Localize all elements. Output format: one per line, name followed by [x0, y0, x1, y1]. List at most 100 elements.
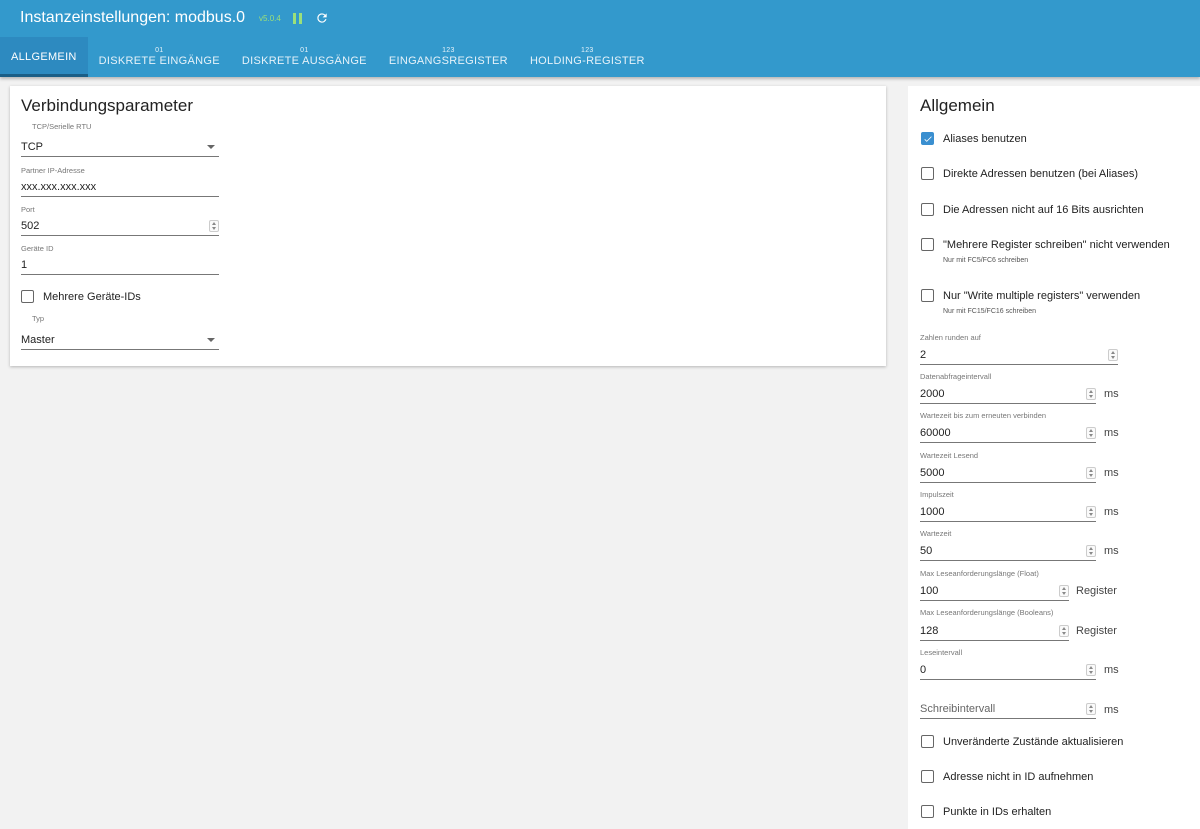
general-title: Allgemein [920, 96, 995, 115]
ip-label: Partner IP-Adresse [21, 166, 85, 175]
write-interval-placeholder: Schreibintervall [920, 702, 996, 715]
max-bool-value: 128 [920, 624, 939, 637]
refresh-icon[interactable] [315, 11, 329, 25]
wait-input[interactable]: 50 [920, 541, 1096, 561]
tab-count: 01 [300, 47, 309, 54]
port-input[interactable]: 502 [21, 216, 219, 236]
max-float-value: 100 [920, 584, 939, 597]
unit-ms: ms [1104, 664, 1119, 676]
no-multi-write-checkbox[interactable]: "Mehrere Register schreiben" nicht verwe… [921, 238, 1170, 251]
tab-general[interactable]: ALLGEMEIN [0, 37, 88, 77]
pause-icon[interactable] [292, 12, 303, 24]
checkbox-icon[interactable] [921, 167, 934, 180]
type-select[interactable]: Master [21, 330, 219, 350]
connection-type-label: TCP/Serielle RTU [32, 122, 92, 131]
ip-value: xxx.xxx.xxx.xxx [21, 180, 97, 193]
checkbox-icon[interactable] [921, 770, 934, 783]
unit-ms: ms [1104, 427, 1119, 439]
spinner-icon[interactable] [1086, 387, 1096, 400]
unit-ms: ms [1104, 704, 1119, 716]
version-badge: v5.0.4 [259, 13, 281, 23]
spinner-icon[interactable] [1086, 426, 1096, 439]
read-wait-input[interactable]: 5000 [920, 463, 1096, 483]
tab-discrete-outputs[interactable]: 01 DISKRETE AUSGÄNGE [231, 37, 378, 77]
update-unchanged-checkbox[interactable]: Unveränderte Zustände aktualisieren [921, 735, 1123, 748]
unit-ms: ms [1104, 545, 1119, 557]
spinner-icon[interactable] [1086, 505, 1096, 518]
tab-count: 123 [442, 47, 455, 54]
write-interval-input[interactable]: Schreibintervall [920, 699, 1096, 719]
no-address-in-id-label: Adresse nicht in ID aufnehmen [943, 770, 1094, 783]
poll-label: Datenabfrageintervall [920, 372, 992, 381]
unit-register: Register [1076, 585, 1117, 597]
port-value: 502 [21, 219, 40, 232]
tab-count: 123 [581, 47, 594, 54]
read-interval-value: 0 [920, 663, 927, 676]
device-id-input[interactable]: 1 [21, 255, 219, 275]
pulse-input[interactable]: 1000 [920, 502, 1096, 522]
spinner-icon[interactable] [1086, 663, 1096, 676]
no-multi-write-hint: Nur mit FC5/FC6 schreiben [943, 257, 1029, 264]
chevron-down-icon [207, 144, 215, 149]
checkbox-icon[interactable] [921, 805, 934, 818]
device-id-value: 1 [21, 258, 28, 271]
unit-ms: ms [1104, 506, 1119, 518]
max-bool-input[interactable]: 128 [920, 621, 1069, 641]
spinner-icon[interactable] [1086, 544, 1096, 557]
checkbox-icon[interactable] [921, 289, 934, 302]
checkbox-icon[interactable] [21, 290, 34, 303]
no-address-in-id-checkbox[interactable]: Adresse nicht in ID aufnehmen [921, 770, 1093, 783]
connection-type-value: TCP [21, 140, 43, 153]
poll-value: 2000 [920, 387, 945, 400]
spinner-icon[interactable] [1086, 702, 1096, 715]
no-multi-write-label: "Mehrere Register schreiben" nicht verwe… [943, 238, 1170, 251]
max-float-input[interactable]: 100 [920, 581, 1069, 601]
multi-device-ids-checkbox[interactable]: Mehrere Geräte-IDs [21, 290, 141, 303]
pulse-value: 1000 [920, 505, 945, 518]
type-label: Typ [32, 314, 45, 323]
app-bar: Instanzeinstellungen: modbus.0 v5.0.4 AL… [0, 0, 1200, 77]
update-unchanged-label: Unveränderte Zustände aktualisieren [943, 735, 1124, 748]
no-align-checkbox[interactable]: Die Adressen nicht auf 16 Bits ausrichte… [921, 203, 1144, 216]
spinner-icon[interactable] [1059, 584, 1069, 597]
multi-device-ids-label: Mehrere Geräte-IDs [43, 290, 141, 303]
connection-type-select[interactable]: TCP [21, 137, 219, 157]
checkbox-icon[interactable] [921, 203, 934, 216]
read-interval-input[interactable]: 0 [920, 660, 1096, 680]
only-multi-write-checkbox[interactable]: Nur "Write multiple registers" verwenden [921, 289, 1140, 302]
checkbox-checked-icon[interactable] [921, 132, 934, 145]
spinner-icon[interactable] [209, 219, 219, 232]
keep-dots-checkbox[interactable]: Punkte in IDs erhalten [921, 805, 1051, 818]
tab-label: HOLDING-REGISTER [529, 55, 645, 67]
port-label: Port [21, 205, 35, 214]
reconnect-input[interactable]: 60000 [920, 423, 1096, 443]
pulse-label: Impulszeit [920, 490, 954, 499]
only-multi-write-hint: Nur mit FC15/FC16 schreiben [943, 308, 1036, 315]
checkbox-icon[interactable] [921, 238, 934, 251]
tab-holding-registers[interactable]: 123 HOLDING-REGISTER [519, 37, 656, 77]
direct-addresses-label: Direkte Adressen benutzen (bei Aliases) [943, 167, 1139, 180]
ip-input[interactable]: xxx.xxx.xxx.xxx [21, 177, 219, 197]
aliases-label: Aliases benutzen [943, 132, 1027, 145]
tab-label: EINGANGSREGISTER [388, 55, 508, 67]
checkbox-icon[interactable] [921, 735, 934, 748]
spinner-icon[interactable] [1108, 348, 1118, 361]
type-value: Master [21, 333, 55, 346]
aliases-checkbox[interactable]: Aliases benutzen [921, 132, 1027, 145]
reconnect-value: 60000 [920, 426, 951, 439]
chevron-down-icon [207, 337, 215, 342]
read-wait-value: 5000 [920, 466, 945, 479]
tab-bar: ALLGEMEIN 01 DISKRETE EINGÄNGE 01 DISKRE… [0, 37, 656, 77]
unit-ms: ms [1104, 467, 1119, 479]
tab-input-registers[interactable]: 123 EINGANGSREGISTER [378, 37, 519, 77]
title-bar: Instanzeinstellungen: modbus.0 v5.0.4 [20, 8, 329, 28]
direct-addresses-checkbox[interactable]: Direkte Adressen benutzen (bei Aliases) [921, 167, 1138, 180]
tab-discrete-inputs[interactable]: 01 DISKRETE EINGÄNGE [88, 37, 231, 77]
poll-input[interactable]: 2000 [920, 384, 1096, 404]
unit-ms: ms [1104, 388, 1119, 400]
round-input[interactable]: 2 [920, 345, 1118, 365]
reconnect-label: Wartezeit bis zum erneuten verbinden [920, 411, 1047, 420]
spinner-icon[interactable] [1059, 624, 1069, 637]
spinner-icon[interactable] [1086, 466, 1096, 479]
round-label: Zahlen runden auf [920, 333, 981, 342]
